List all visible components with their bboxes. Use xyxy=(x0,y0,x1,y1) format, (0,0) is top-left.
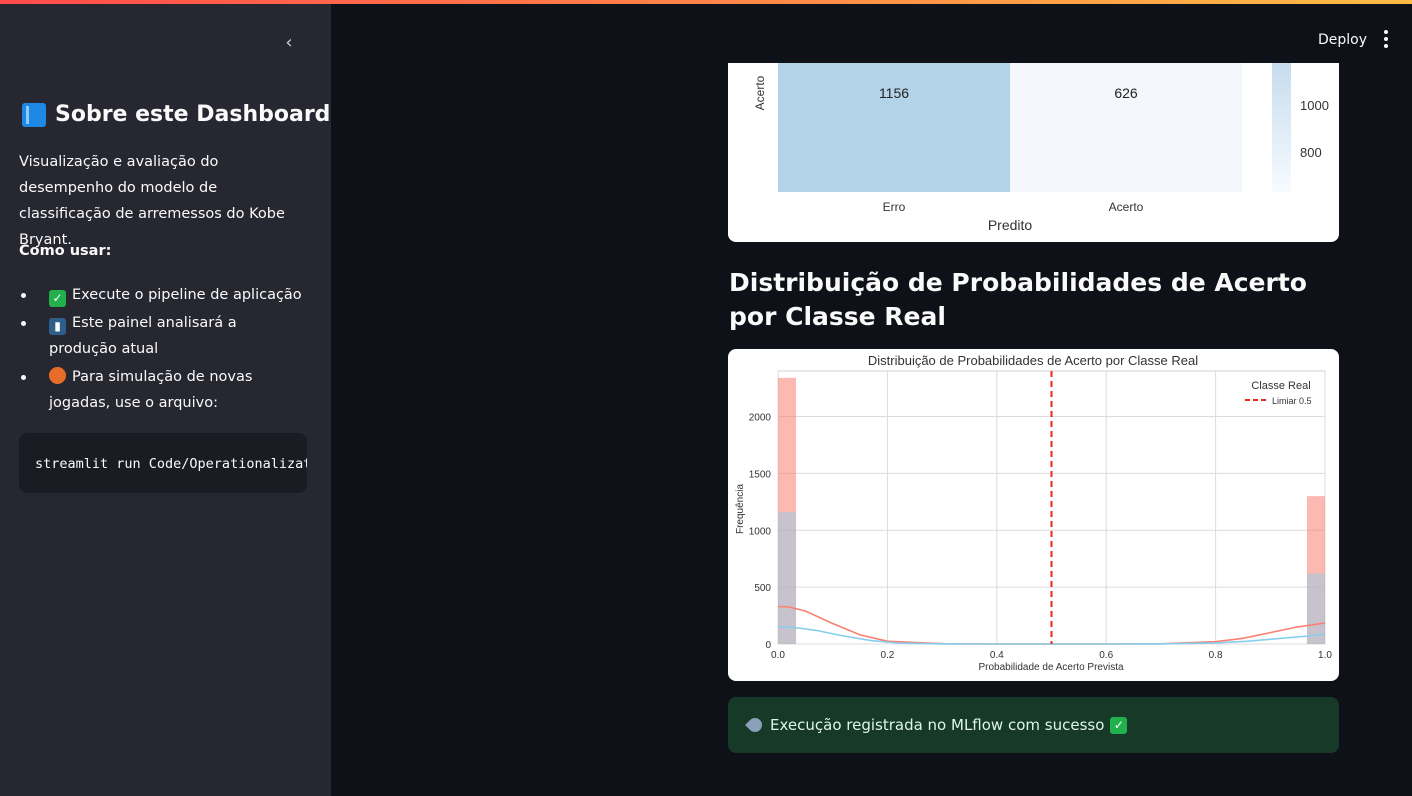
cm-colorbar xyxy=(1272,63,1291,192)
y-tick-label: 500 xyxy=(754,583,771,594)
success-alert: Execução registrada no MLflow com sucess… xyxy=(728,697,1339,753)
top-decoration-bar xyxy=(0,0,1412,4)
cm-cell-acerto xyxy=(1010,63,1242,192)
y-tick-label: 1000 xyxy=(749,526,772,537)
sidebar: ‹ Sobre este Dashboard Visualização e av… xyxy=(0,0,331,796)
cm-cell-erro xyxy=(778,63,1010,192)
rocket-icon xyxy=(745,715,765,735)
collapse-sidebar-icon[interactable]: ‹ xyxy=(278,32,300,54)
main-menu-icon[interactable] xyxy=(1378,28,1394,50)
check-icon: ✓ xyxy=(1110,716,1128,734)
success-message: Execução registrada no MLflow com sucess… xyxy=(770,716,1105,734)
x-axis-label: Probabilidade de Acerto Prevista xyxy=(978,662,1124,673)
sidebar-title-text: Sobre este Dashboard xyxy=(55,102,331,127)
basketball-icon xyxy=(49,367,66,384)
x-tick-label: 0.8 xyxy=(1209,650,1223,661)
x-tick-label: 0.2 xyxy=(880,650,894,661)
confusion-matrix-card: 1156 626 Acerto Erro Acerto Predito 1200… xyxy=(728,63,1339,242)
cm-value-acerto: 626 xyxy=(1114,85,1138,101)
legend-title: Classe Real xyxy=(1251,380,1310,392)
cm-xlabel: Predito xyxy=(988,217,1033,233)
how-to-list: ✓ Execute o pipeline de aplicação ▮ Este p… xyxy=(19,282,309,418)
histogram-bar xyxy=(778,512,797,644)
list-item: ▮ Este painel analisará a produção atual xyxy=(19,310,309,362)
y-tick-label: 2000 xyxy=(749,413,772,424)
list-item: Para simulação de novas jogadas, use o a… xyxy=(19,364,309,416)
check-icon: ✓ xyxy=(49,290,66,307)
code-block[interactable]: streamlit run Code/Operationalization/si… xyxy=(19,433,307,493)
sidebar-title: Sobre este Dashboard xyxy=(22,102,330,127)
y-tick-label: 0 xyxy=(765,640,771,651)
list-item: ✓ Execute o pipeline de aplicação xyxy=(19,282,309,308)
histogram-card: 0.0 0.2 0.4 0.6 0.8 1.0 0 500 1000 1500 2000 Distri… xyxy=(728,349,1339,681)
confusion-matrix-chart: 1156 626 Acerto Erro Acerto Predito 1200… xyxy=(753,63,1329,233)
cm-colorbar-tick-1200: 1200 xyxy=(1300,63,1327,66)
section-title: Distribuição de Probabilidades de Acerto… xyxy=(729,268,1307,331)
sidebar-description: Visualização e avaliação do desempenho d… xyxy=(19,154,285,248)
histogram-bar xyxy=(1306,573,1325,644)
cm-xtick-erro: Erro xyxy=(883,200,906,214)
x-tick-label: 0.4 xyxy=(990,650,1004,661)
y-axis-label: Frequência xyxy=(735,484,746,534)
x-tick-label: 0.0 xyxy=(771,650,785,661)
cm-colorbar-tick-800: 800 xyxy=(1300,145,1322,160)
cm-xtick-acerto: Acerto xyxy=(1109,200,1144,214)
book-icon xyxy=(22,102,46,127)
code-text: streamlit run Code/Operationalization/si… xyxy=(35,456,307,472)
y-tick-label: 1500 xyxy=(749,469,772,480)
x-tick-label: 0.6 xyxy=(1099,650,1113,661)
x-tick-label: 1.0 xyxy=(1318,650,1332,661)
how-to-label: Como usar: xyxy=(19,243,112,259)
cm-colorbar-tick-1000: 1000 xyxy=(1300,98,1329,113)
deploy-button[interactable]: Deploy xyxy=(1308,29,1377,51)
chart-title: Distribuição de Probabilidades de Acerto… xyxy=(868,353,1198,368)
legend-label: Limiar 0.5 xyxy=(1272,396,1312,406)
bar-chart-icon: ▮ xyxy=(49,318,66,335)
cm-row-label: Acerto xyxy=(753,75,767,110)
probability-histogram: 0.0 0.2 0.4 0.6 0.8 1.0 0 500 1000 1500 2000 Distri… xyxy=(735,353,1332,673)
cm-value-erro: 1156 xyxy=(879,85,909,101)
